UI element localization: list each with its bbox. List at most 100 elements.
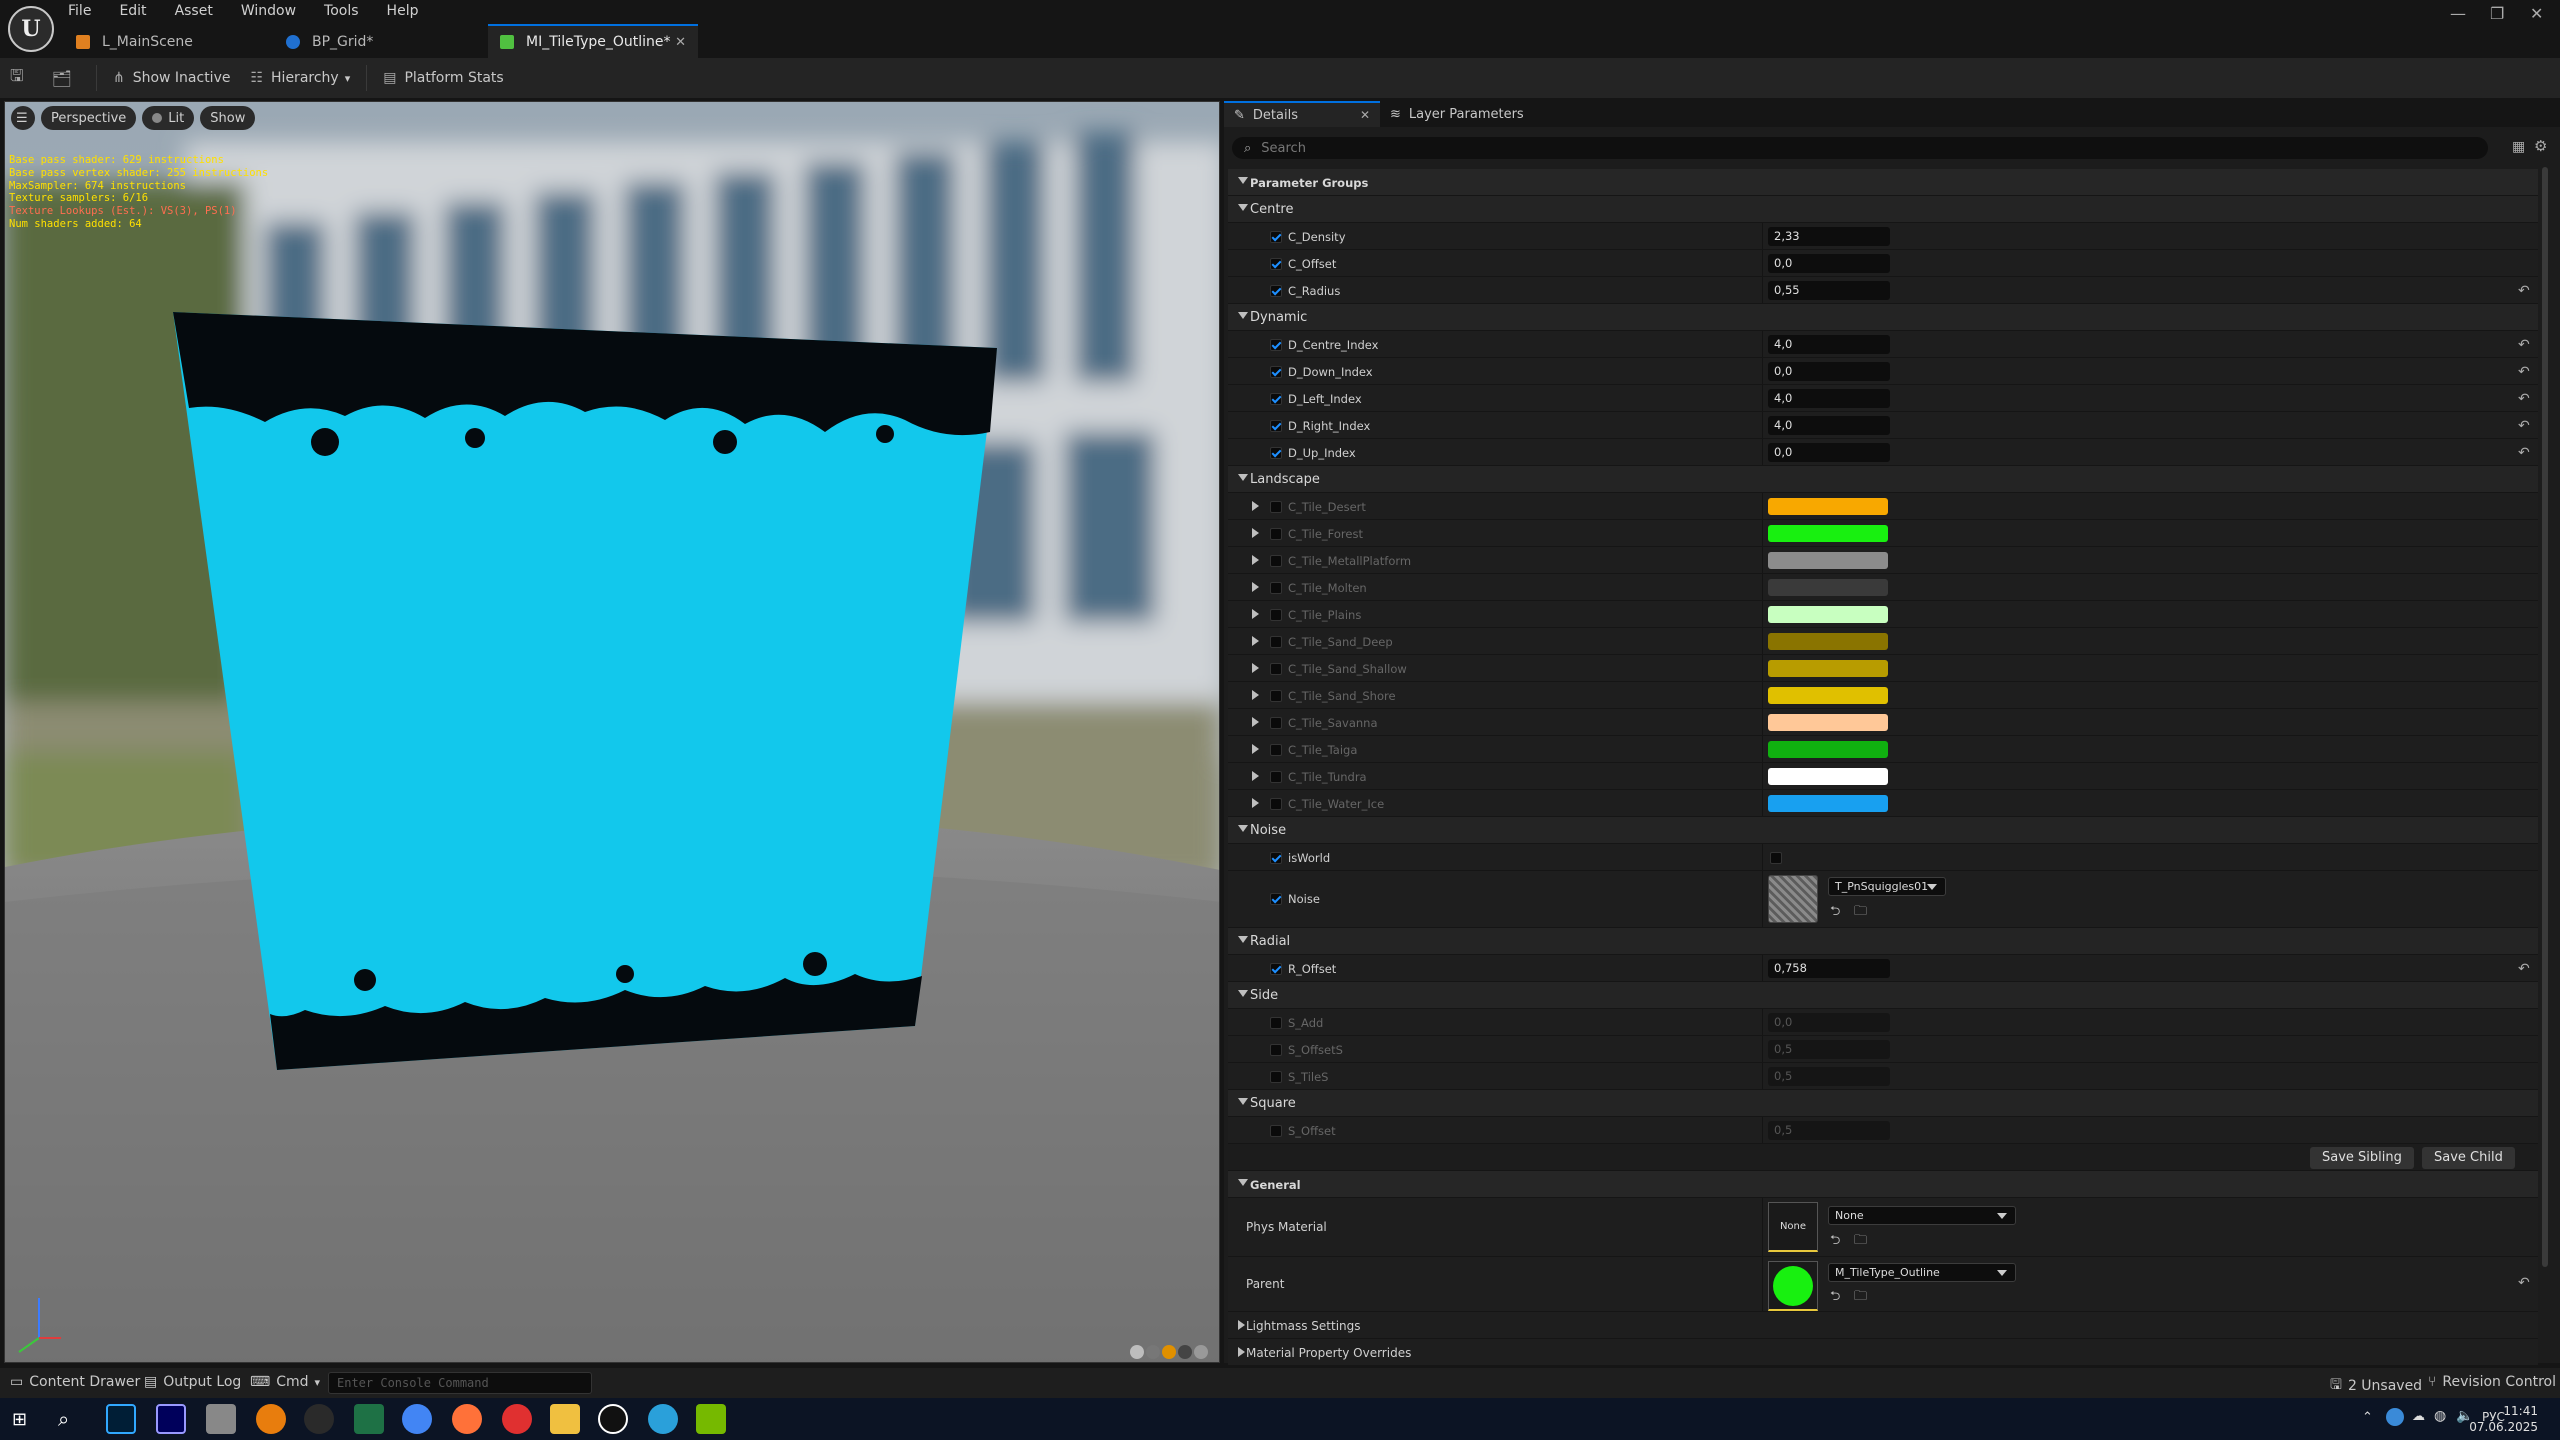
override-checkbox[interactable] <box>1270 1071 1282 1083</box>
reset-arrow-icon[interactable]: ↶ <box>2518 283 2530 299</box>
value-field[interactable]: 4,0 <box>1768 335 1890 354</box>
panel-scrollbar[interactable] <box>2542 167 2548 1267</box>
menu-tools[interactable]: Tools <box>324 3 359 19</box>
menu-edit[interactable]: Edit <box>119 3 146 19</box>
override-checkbox[interactable] <box>1270 609 1282 621</box>
expand-arrow-icon[interactable] <box>1252 663 1259 673</box>
windows-start-icon[interactable]: ⊞ <box>12 1409 27 1430</box>
override-checkbox[interactable] <box>1270 366 1282 378</box>
override-checkbox[interactable] <box>1270 963 1282 975</box>
value-field[interactable]: 0,5 <box>1768 1040 1890 1059</box>
close-tab-icon[interactable]: ✕ <box>1360 108 1370 122</box>
firefox-icon[interactable] <box>452 1404 482 1434</box>
reset-arrow-icon[interactable]: ↶ <box>2518 418 2530 434</box>
texture-combo[interactable]: T_PnSquiggles01 <box>1828 877 1946 896</box>
color-swatch[interactable] <box>1768 525 1888 542</box>
reset-arrow-icon[interactable]: ↶ <box>2518 337 2530 353</box>
save-sibling-button[interactable]: Save Sibling <box>2310 1147 2414 1169</box>
settings-gear-icon[interactable]: ⚙ <box>2534 137 2547 155</box>
override-checkbox[interactable] <box>1270 1017 1282 1029</box>
phys-material-combo[interactable]: None <box>1828 1206 2016 1225</box>
color-swatch[interactable] <box>1768 714 1888 731</box>
tab-main-scene[interactable]: L_MainScene <box>64 24 270 58</box>
value-field[interactable]: 0,0 <box>1768 254 1890 273</box>
tab-layer-parameters[interactable]: ≋ Layer Parameters <box>1380 101 1534 127</box>
override-checkbox[interactable] <box>1270 339 1282 351</box>
parent-combo[interactable]: M_TileType_Outline <box>1828 1263 2016 1282</box>
override-checkbox[interactable] <box>1270 771 1282 783</box>
save-icon[interactable]: 🖫 <box>0 58 42 98</box>
group-noise[interactable]: Noise <box>1228 817 2538 844</box>
value-field[interactable]: 0,0 <box>1768 362 1890 381</box>
expand-arrow-icon[interactable] <box>1252 609 1259 619</box>
override-checkbox[interactable] <box>1270 528 1282 540</box>
group-centre[interactable]: Centre <box>1228 196 2538 223</box>
color-swatch[interactable] <box>1768 606 1888 623</box>
show-inactive-button[interactable]: ⋔ Show Inactive <box>103 58 241 98</box>
override-checkbox[interactable] <box>1270 285 1282 297</box>
nvidia-icon[interactable] <box>696 1404 726 1434</box>
reset-arrow-icon[interactable]: ↶ <box>2518 445 2530 461</box>
value-field[interactable]: 4,0 <box>1768 416 1890 435</box>
override-checkbox[interactable] <box>1270 1044 1282 1056</box>
clock[interactable]: 11:41 07.06.2025 <box>2469 1403 2538 1435</box>
override-checkbox[interactable] <box>1270 744 1282 756</box>
premiere-icon[interactable] <box>156 1404 186 1434</box>
browse-asset-icon[interactable]: ⮌ <box>1830 902 1840 924</box>
override-checkbox[interactable] <box>1270 393 1282 405</box>
find-in-browser-icon[interactable]: 🗀 <box>1854 902 1867 924</box>
override-checkbox[interactable] <box>1270 1125 1282 1137</box>
material-preview-viewport[interactable]: ☰ Perspective Lit Show Base pass shader:… <box>4 101 1220 1363</box>
expand-arrow-icon[interactable] <box>1252 636 1259 646</box>
chrome-icon[interactable] <box>402 1404 432 1434</box>
expand-arrow-icon[interactable] <box>1252 555 1259 565</box>
viewport-menu-icon[interactable]: ☰ <box>11 106 35 130</box>
revision-control-button[interactable]: ⑂ Revision Control <box>2428 1374 2556 1390</box>
parent-material-thumbnail[interactable] <box>1768 1261 1818 1311</box>
search-icon[interactable]: ⌕ <box>58 1407 69 1431</box>
lit-button[interactable]: Lit <box>142 106 195 130</box>
color-swatch[interactable] <box>1768 579 1888 596</box>
network-icon[interactable]: ☁ <box>2412 1409 2425 1424</box>
override-checkbox[interactable] <box>1270 798 1282 810</box>
output-log-button[interactable]: ▤ Output Log <box>144 1374 241 1390</box>
menu-asset[interactable]: Asset <box>175 3 213 19</box>
minimize-icon[interactable]: — <box>2450 4 2466 23</box>
blender-icon[interactable] <box>256 1404 286 1434</box>
close-tab-icon[interactable]: ✕ <box>675 35 686 50</box>
color-swatch[interactable] <box>1768 498 1888 515</box>
phys-material-thumbnail[interactable]: None <box>1768 1202 1818 1252</box>
color-swatch[interactable] <box>1768 552 1888 569</box>
lightmass-row[interactable]: Lightmass Settings <box>1228 1312 2538 1339</box>
group-square[interactable]: Square <box>1228 1090 2538 1117</box>
reset-arrow-icon[interactable]: ↶ <box>2518 364 2530 380</box>
tab-details[interactable]: ✎ Details ✕ <box>1224 101 1380 127</box>
expand-arrow-icon[interactable] <box>1252 771 1259 781</box>
group-landscape[interactable]: Landscape <box>1228 466 2538 493</box>
hierarchy-button[interactable]: ☷ Hierarchy ▾ <box>240 58 360 98</box>
menu-file[interactable]: File <box>68 3 91 19</box>
browse-asset-icon[interactable]: ⮌ <box>1830 1287 1840 1309</box>
value-field[interactable]: 0,758 <box>1768 959 1890 978</box>
expand-arrow-icon[interactable] <box>1252 501 1259 511</box>
unity-icon[interactable] <box>304 1404 334 1434</box>
color-swatch[interactable] <box>1768 795 1888 812</box>
reset-arrow-icon[interactable]: ↶ <box>2518 961 2530 977</box>
photoshop-icon[interactable] <box>106 1404 136 1434</box>
restore-icon[interactable]: ❐ <box>2490 4 2504 23</box>
color-swatch[interactable] <box>1768 741 1888 758</box>
menu-help[interactable]: Help <box>387 3 419 19</box>
parameter-groups-header[interactable]: Parameter Groups <box>1228 169 2538 196</box>
wifi-icon[interactable]: ◍ <box>2434 1408 2446 1424</box>
expand-arrow-icon[interactable] <box>1252 798 1259 808</box>
override-checkbox[interactable] <box>1270 690 1282 702</box>
group-dynamic[interactable]: Dynamic <box>1228 304 2538 331</box>
general-header[interactable]: General <box>1228 1171 2538 1198</box>
value-field[interactable]: 0,5 <box>1768 1121 1890 1140</box>
override-checkbox[interactable] <box>1270 852 1282 864</box>
group-radial[interactable]: Radial <box>1228 928 2538 955</box>
unreal-logo-icon[interactable]: U <box>8 6 54 52</box>
sheets-icon[interactable] <box>354 1404 384 1434</box>
cmd-button[interactable]: ⌨ Cmd ▾ <box>250 1374 320 1390</box>
find-in-browser-icon[interactable]: 🗀 <box>1854 1287 1867 1309</box>
